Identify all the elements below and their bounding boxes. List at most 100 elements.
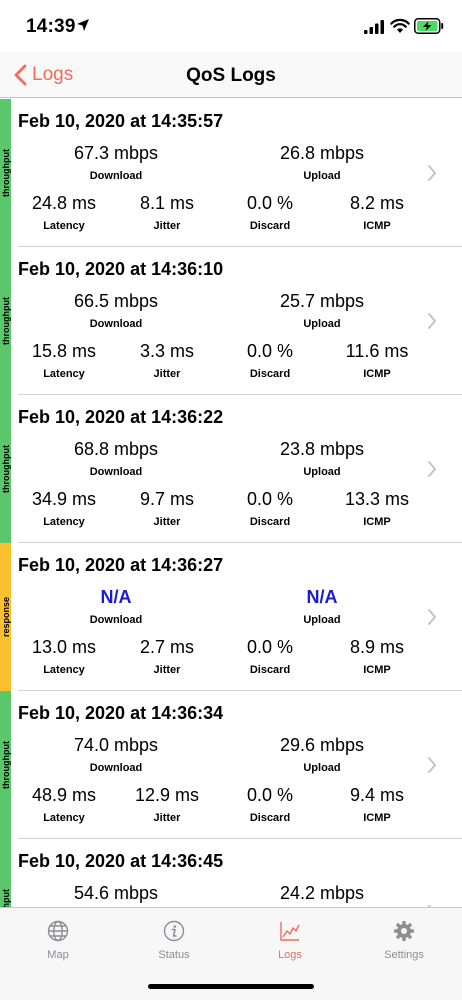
log-type-label: throughput (0, 149, 11, 197)
upload-label: Upload (303, 614, 341, 626)
icmp-label: ICMP (363, 664, 391, 676)
download-value: 67.3 mbps (73, 143, 159, 163)
tab-logs[interactable]: Logs (232, 916, 348, 972)
latency-label: Latency (43, 220, 85, 232)
upload-label: Upload (303, 762, 341, 774)
download-value: 68.8 mbps (73, 439, 159, 459)
download-label: Download (89, 318, 143, 330)
home-indicator (148, 984, 314, 989)
upload-label: Upload (303, 466, 341, 478)
upload-label: Upload (303, 318, 341, 330)
chart-icon (280, 922, 300, 941)
icmp-value: 13.3 ms (344, 489, 410, 509)
download-value: 66.5 mbps (73, 291, 159, 311)
latency-label: Latency (43, 812, 85, 824)
chevron-right-icon (428, 757, 436, 773)
discard-value: 0.0 % (246, 637, 294, 657)
download-value: N/A (100, 587, 132, 607)
jitter-label: Jitter (153, 812, 181, 824)
tab-label: Logs (278, 949, 302, 961)
upload-value: 29.6 mbps (279, 735, 365, 755)
upload-value: 25.7 mbps (279, 291, 365, 311)
jitter-label: Jitter (153, 664, 181, 676)
upload-value: N/A (306, 587, 338, 607)
cellular-signal-icon (364, 20, 384, 34)
jitter-value: 9.7 ms (139, 489, 195, 509)
log-type-label: throughput (0, 297, 11, 345)
log-entry[interactable]: response Feb 10, 2020 at 14:36:27 N/A Downl… (0, 543, 462, 691)
upload-label: Upload (303, 170, 341, 182)
jitter-value: 12.9 ms (134, 785, 200, 805)
log-entry[interactable]: throughput Feb 10, 2020 at 14:36:34 74.0 m… (0, 691, 462, 839)
log-type-strip: throughput (0, 247, 11, 395)
icmp-value: 8.9 ms (349, 637, 405, 657)
icmp-value: 9.4 ms (349, 785, 405, 805)
icmp-label: ICMP (363, 516, 391, 528)
log-type-strip: throughput (0, 691, 11, 839)
discard-label: Discard (249, 812, 291, 824)
log-date: Feb 10, 2020 at 14:36:34 (18, 703, 224, 723)
status-bar: 14:39 (0, 0, 462, 52)
log-date: Feb 10, 2020 at 14:36:22 (18, 407, 224, 427)
discard-value: 0.0 % (246, 341, 294, 361)
discard-label: Discard (249, 368, 291, 380)
upload-value: 26.8 mbps (279, 143, 365, 163)
log-entry[interactable]: throughput Feb 10, 2020 at 14:35:57 67.3 m… (0, 99, 462, 247)
discard-value: 0.0 % (246, 193, 294, 213)
log-type-strip: throughput (0, 395, 11, 543)
log-date: Feb 10, 2020 at 14:36:27 (18, 555, 224, 575)
log-entry[interactable]: throughput Feb 10, 2020 at 14:36:10 66.5 m… (0, 247, 462, 395)
chevron-right-icon (428, 313, 436, 329)
tab-settings[interactable]: Settings (346, 916, 462, 972)
jitter-value: 2.7 ms (139, 637, 195, 657)
page-title: QoS Logs (186, 65, 276, 86)
log-entry[interactable]: throughput Feb 10, 2020 at 14:36:22 68.8 m… (0, 395, 462, 543)
gear-icon (394, 921, 414, 941)
log-type-strip: throughput (0, 99, 11, 247)
icmp-label: ICMP (363, 812, 391, 824)
location-arrow-icon (77, 19, 89, 31)
download-value: 74.0 mbps (73, 735, 159, 755)
log-list[interactable]: throughput Feb 10, 2020 at 14:35:57 67.3 m… (0, 99, 462, 907)
discard-label: Discard (249, 516, 291, 528)
status-time: 14:39 (26, 16, 76, 37)
discard-label: Discard (249, 220, 291, 232)
latency-label: Latency (43, 516, 85, 528)
jitter-label: Jitter (153, 220, 181, 232)
icmp-value: 11.6 ms (345, 341, 409, 361)
download-label: Download (89, 170, 143, 182)
upload-value: 24.2 mbps (279, 883, 365, 903)
icmp-label: ICMP (363, 220, 391, 232)
latency-value: 48.9 ms (31, 785, 97, 805)
jitter-value: 3.3 ms (139, 341, 195, 361)
download-label: Download (89, 762, 143, 774)
log-date: Feb 10, 2020 at 14:36:45 (18, 851, 224, 871)
jitter-label: Jitter (153, 516, 181, 528)
latency-value: 24.8 ms (31, 193, 97, 213)
tab-status[interactable]: Status (116, 916, 232, 972)
log-date: Feb 10, 2020 at 14:36:10 (18, 259, 224, 279)
jitter-value: 8.1 ms (139, 193, 195, 213)
log-date: Feb 10, 2020 at 14:35:57 (18, 111, 224, 131)
chevron-right-icon (428, 461, 436, 477)
tab-label: Status (158, 949, 190, 961)
battery-charging-icon (414, 18, 444, 34)
upload-value: 23.8 mbps (279, 439, 365, 459)
log-type-strip: throughput (0, 839, 11, 907)
globe-icon (47, 920, 69, 942)
jitter-label: Jitter (153, 368, 181, 380)
tab-label: Settings (384, 949, 424, 961)
download-label: Download (89, 614, 143, 626)
chevron-right-icon (428, 165, 436, 181)
log-type-label: throughput (0, 445, 11, 493)
chevron-right-icon (428, 609, 436, 625)
log-type-label: throughput (1, 889, 11, 907)
latency-label: Latency (43, 664, 85, 676)
download-value: 54.6 mbps (73, 883, 159, 903)
tab-map[interactable]: Map (0, 916, 116, 972)
log-type-strip: response (0, 543, 11, 691)
discard-label: Discard (249, 664, 291, 676)
log-entry[interactable]: throughput Feb 10, 2020 at 14:36:45 54.6 m… (0, 839, 462, 907)
discard-value: 0.0 % (246, 785, 294, 805)
wifi-icon (390, 18, 410, 33)
